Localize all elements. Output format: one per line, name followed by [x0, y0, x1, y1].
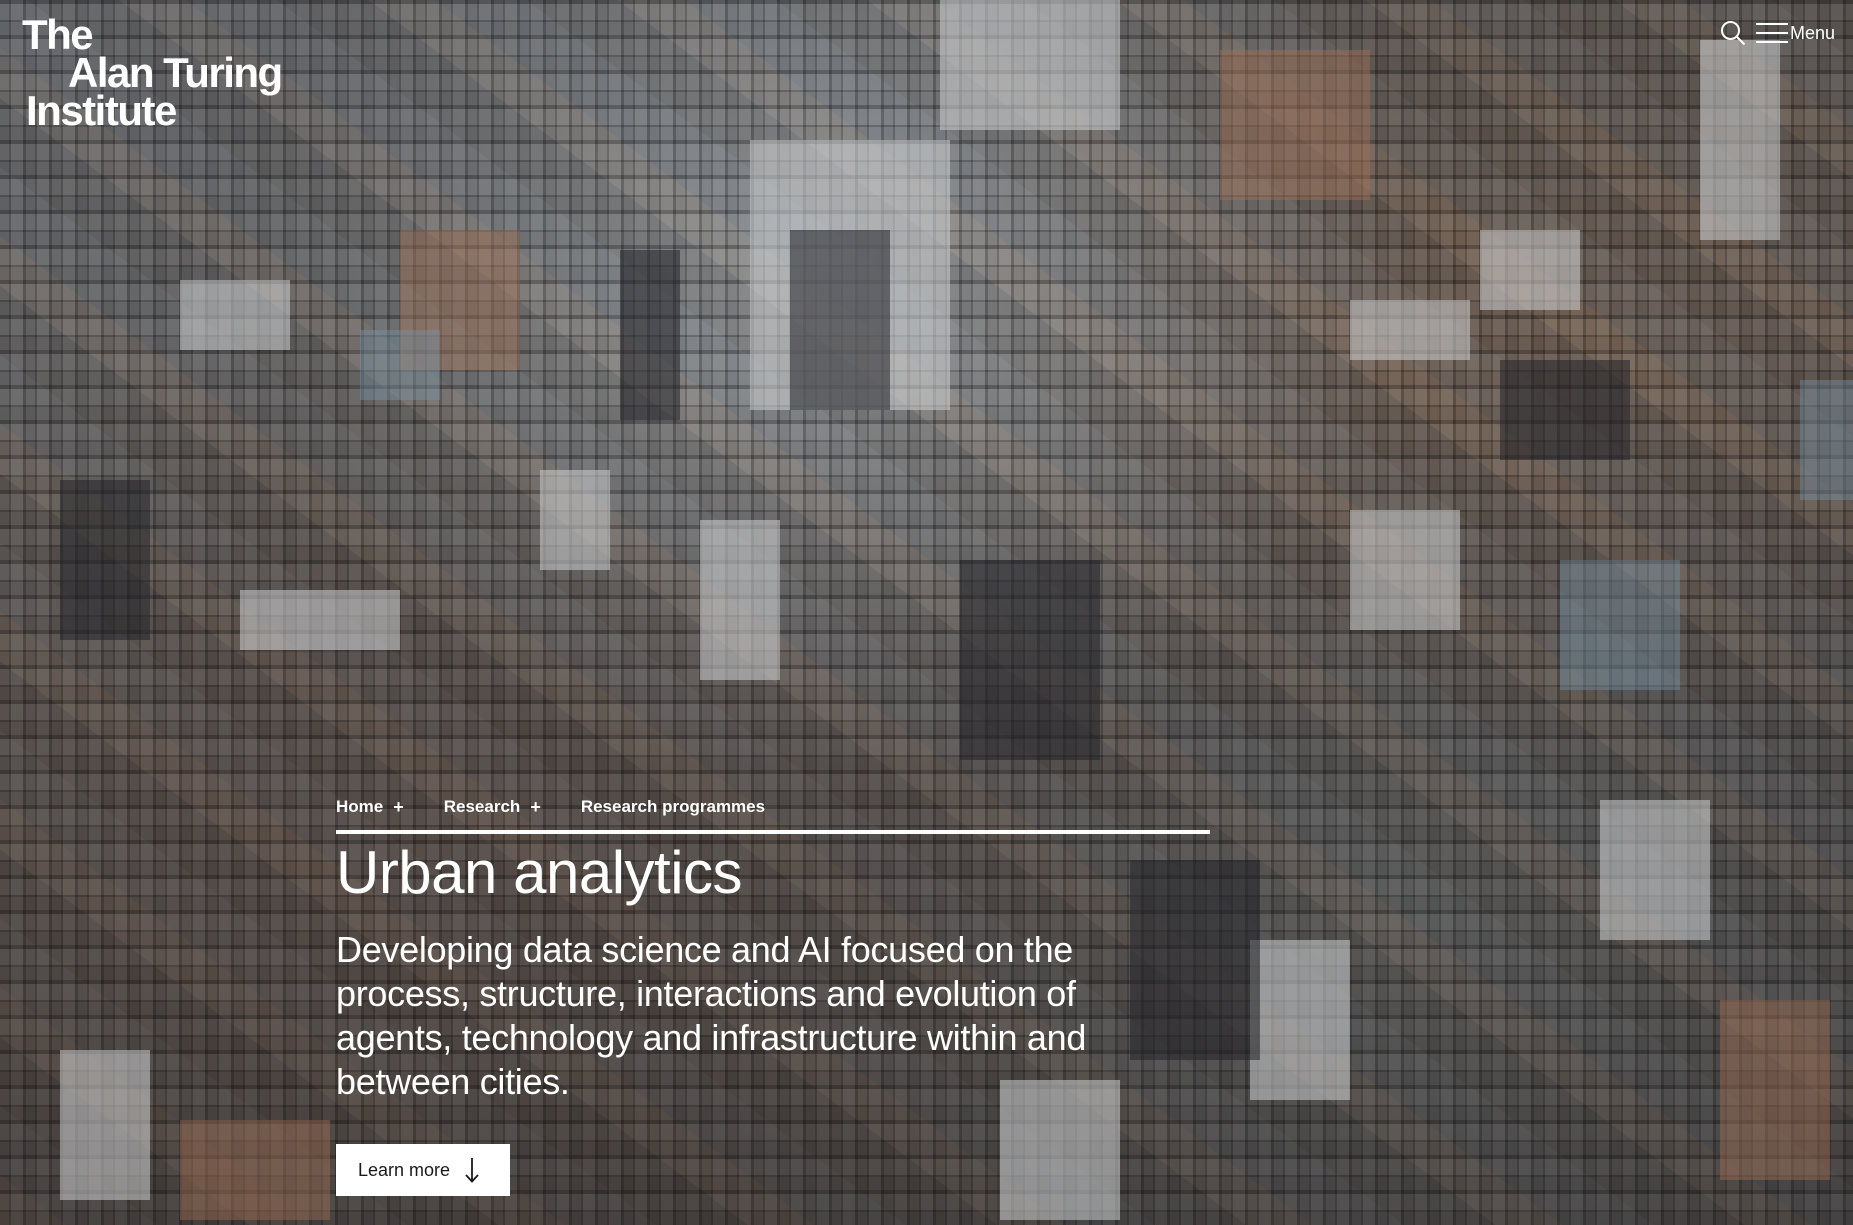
learn-more-label: Learn more	[358, 1159, 451, 1180]
breadcrumb-item-home[interactable]: Home +	[336, 797, 444, 818]
title-divider	[336, 830, 1210, 834]
page-title: Urban analytics	[336, 839, 743, 906]
arrow-down-icon	[464, 1157, 480, 1183]
breadcrumb: Home + Research + Research programmes	[336, 796, 1210, 818]
menu-label: Menu	[1789, 22, 1835, 43]
menu-button[interactable]: Menu	[1755, 21, 1835, 45]
breadcrumb-plus-icon: +	[393, 796, 404, 817]
header-controls: Menu	[1720, 20, 1835, 46]
page-description: Developing data science and AI focused o…	[336, 929, 1087, 1102]
page: The Alan Turing Institute Menu Home + Re…	[0, 0, 1853, 1225]
breadcrumb-label: Home	[336, 797, 384, 816]
breadcrumb-item-research[interactable]: Research +	[444, 797, 581, 818]
breadcrumb-label: Research	[443, 797, 521, 816]
hero-content: Home + Research + Research programmes Ur…	[336, 796, 1210, 1196]
learn-more-button[interactable]: Learn more	[336, 1144, 511, 1196]
hamburger-icon	[1755, 21, 1788, 45]
logo-line-3: Institute	[26, 87, 177, 134]
search-icon[interactable]	[1720, 20, 1746, 46]
breadcrumb-plus-icon: +	[530, 796, 541, 817]
breadcrumb-item-research-programmes[interactable]: Research programmes	[581, 797, 765, 817]
institute-logo[interactable]: The Alan Turing Institute	[22, 14, 283, 134]
breadcrumb-label: Research programmes	[580, 797, 766, 816]
